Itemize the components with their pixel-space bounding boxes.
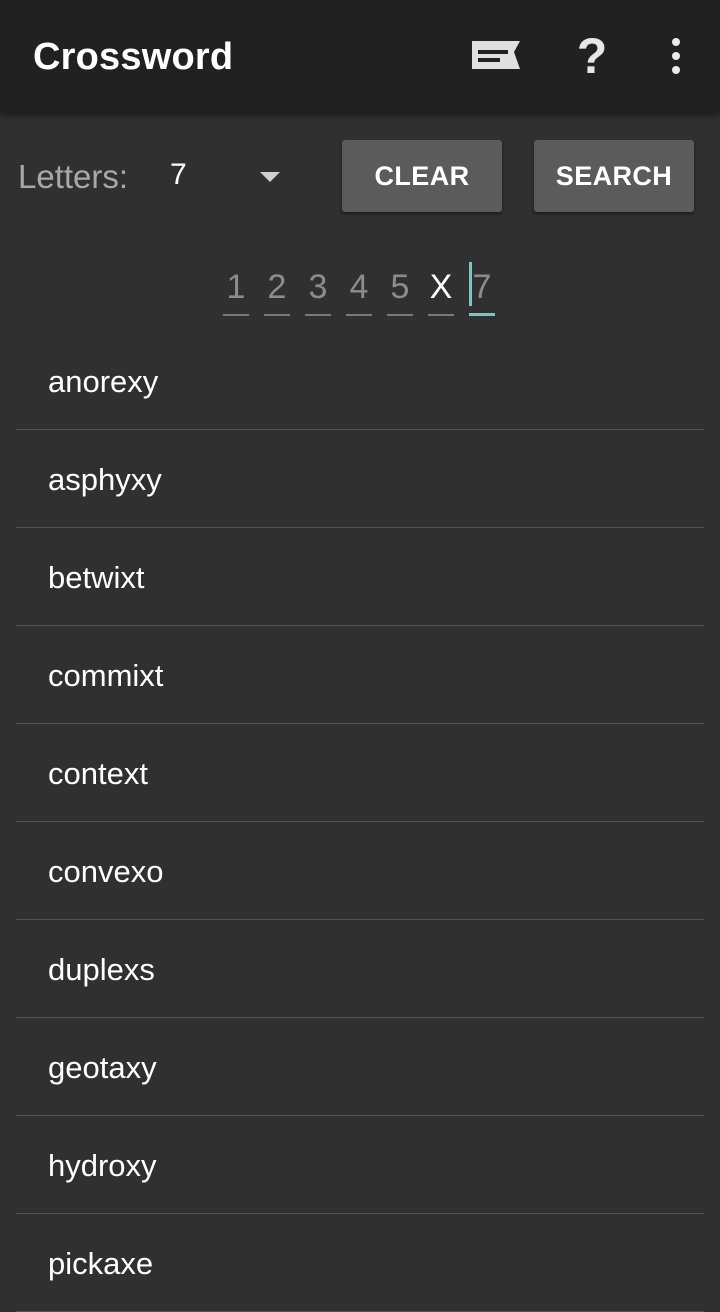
letters-count-dropdown[interactable]: 7 (160, 148, 292, 204)
letter-cell-5[interactable]: 5 (387, 258, 413, 316)
app-bar: Crossword ? (0, 0, 720, 112)
result-word: context (48, 756, 148, 791)
result-item[interactable]: anorexy (16, 332, 704, 430)
result-item[interactable]: geotaxy (16, 1018, 704, 1116)
results-list: anorexy asphyxy betwixt commixt context … (16, 332, 704, 1312)
result-word: duplexs (48, 952, 155, 987)
result-word: anorexy (48, 364, 159, 399)
letter-pattern-input: 1 2 3 4 5 X 7 (0, 258, 720, 324)
result-word: asphyxy (48, 462, 162, 497)
result-word: hydroxy (48, 1148, 157, 1183)
dropdown-arrow-icon (260, 172, 280, 182)
result-item[interactable]: commixt (16, 626, 704, 724)
result-word: pickaxe (48, 1246, 154, 1281)
letters-count-value: 7 (170, 158, 187, 191)
letter-cell-4[interactable]: 4 (346, 258, 372, 316)
search-button[interactable]: SEARCH (534, 140, 694, 212)
feedback-button[interactable] (466, 28, 526, 84)
result-word: convexo (48, 854, 164, 889)
letter-cell-2[interactable]: 2 (264, 258, 290, 316)
letter-cell-1[interactable]: 1 (223, 258, 249, 316)
result-word: geotaxy (48, 1050, 157, 1085)
result-word: commixt (48, 658, 164, 693)
result-item[interactable]: betwixt (16, 528, 704, 626)
result-item[interactable]: hydroxy (16, 1116, 704, 1214)
result-item[interactable]: convexo (16, 822, 704, 920)
help-button[interactable]: ? (566, 28, 618, 84)
overflow-menu-button[interactable] (652, 28, 700, 84)
app-title: Crossword (33, 36, 234, 78)
result-item[interactable]: pickaxe (16, 1214, 704, 1312)
help-icon: ? (576, 28, 608, 84)
letter-cell-3[interactable]: 3 (305, 258, 331, 316)
feedback-icon (472, 41, 520, 69)
result-item[interactable]: duplexs (16, 920, 704, 1018)
letters-label: Letters: (18, 158, 129, 195)
letter-cell-6[interactable]: X (428, 258, 454, 316)
more-vert-icon (672, 38, 680, 74)
result-item[interactable]: context (16, 724, 704, 822)
result-item[interactable]: asphyxy (16, 430, 704, 528)
result-word: betwixt (48, 560, 145, 595)
letter-cell-7[interactable]: 7 (469, 258, 495, 316)
clear-button[interactable]: CLEAR (342, 140, 502, 212)
